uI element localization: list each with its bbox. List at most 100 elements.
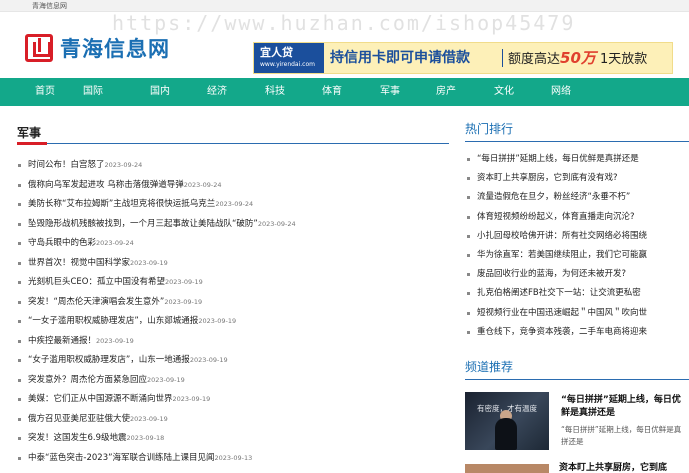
news-item[interactable]: 俄方召见亚美尼亚驻俄大使2023-09-19 [17, 412, 449, 432]
banner-brand-url: www.yirendai.com [260, 61, 315, 68]
hot-item[interactable]: 资本盯上共享厨房，它到底有没有戏? [465, 171, 689, 190]
recommend-thumbnail[interactable]: 有密度，才有温度 [465, 392, 549, 450]
news-title[interactable]: 世界首次！视觉中国科学家 [28, 258, 130, 268]
news-title[interactable]: 俄称向乌军发起进攻 乌称击落俄弹道导弹 [28, 180, 184, 190]
news-item[interactable]: 时间公布！白宫怒了2023-09-24 [17, 158, 449, 178]
news-date: 2023-09-19 [164, 297, 203, 306]
nav-item-1[interactable]: 国际 [63, 78, 123, 106]
hot-item[interactable]: “每日拼拼”延期上线，每日优鲜是真拼还是 [465, 152, 689, 171]
news-item[interactable]: 美媒：它们正从中国源源不断涌向世界2023-09-19 [17, 392, 449, 412]
ad-banner[interactable]: 宜人贷 www.yirendai.com 持信用卡即可申请借款 额度高达50万 … [253, 42, 673, 74]
recommend-headline[interactable]: “每日拼拼”延期上线，每日优鲜是真拼还是 [561, 394, 685, 420]
hot-ranking-list: “每日拼拼”延期上线，每日优鲜是真拼还是 资本盯上共享厨房，它到底有没有戏? 流量造… [465, 152, 689, 344]
news-item[interactable]: 坠毁隐形战机残骸被找到，一个月三起事故让美陆战队“破防”2023-09-24 [17, 217, 449, 237]
news-title[interactable]: 时间公布！白宫怒了 [28, 160, 105, 170]
hot-item[interactable]: 体育短视频纷纷起义，体育直播走向沉沦? [465, 210, 689, 229]
nav-item-4[interactable]: 科技 [245, 78, 305, 106]
news-title[interactable]: 突发意外？周杰伦方面紧急回应 [28, 375, 147, 385]
nav-item-8[interactable]: 文化 [474, 78, 534, 106]
hot-item[interactable]: 短视频行业在中国迅速崛起＂中国风＂吹向世 [465, 306, 689, 325]
hot-item[interactable]: 华为徐直军：若美国继续阻止，我们它可能赢 [465, 248, 689, 267]
news-item[interactable]: 中泰“蓝色突击-2023”海军联合训练陆上课目见闻2023-09-13 [17, 451, 449, 471]
nav-item-9[interactable]: 网络 [531, 78, 591, 106]
nav-item-7[interactable]: 房产 [416, 78, 476, 106]
channel-recommend-title-text: 频道推荐 [465, 360, 514, 374]
news-item[interactable]: 世界首次！视觉中国科学家2023-09-19 [17, 256, 449, 276]
watermark: https://www.huzhan.com/ishop45479 [112, 11, 576, 35]
speaker-figure-shape [495, 418, 517, 450]
news-date: 2023-09-24 [257, 219, 296, 228]
news-title[interactable]: 中泰“蓝色突击-2023”海军联合训练陆上课目见闻 [28, 453, 215, 463]
military-news-list: 时间公布！白宫怒了2023-09-24 俄称向乌军发起进攻 乌称击落俄弹道导弹20… [17, 158, 449, 470]
news-title[interactable]: “女子滥用职权威胁理发店”，山东一地通报 [28, 355, 190, 365]
banner-headline: 持信用卡即可申请借款 [330, 50, 470, 66]
hot-ranking-title-text: 热门排行 [465, 122, 514, 136]
recommend-next-thumbnail[interactable] [465, 464, 549, 473]
news-date: 2023-09-19 [189, 356, 228, 364]
news-date: 2023-09-13 [214, 453, 253, 462]
news-date: 2023-09-24 [96, 239, 134, 247]
news-title[interactable]: 坠毁隐形战机残骸被找到，一个月三起事故让美陆战队“破防” [28, 219, 258, 229]
banner-brand-name: 宜人贷 [260, 46, 293, 59]
hot-item[interactable]: 小扎回母校哈佛开讲：所有社交网络必将围绕 [465, 229, 689, 248]
recommend-card-next[interactable]: 资本盯上共享厨房，它到底 [465, 462, 689, 473]
site-logo[interactable]: 青海信息网 [25, 34, 185, 66]
news-title[interactable]: 美媒：它们正从中国源源不断涌向世界 [28, 394, 173, 404]
hot-item[interactable]: 废品回收行业的蓝海，为何还未被开发? [465, 267, 689, 286]
banner-amount: 50万 [560, 49, 596, 67]
military-title-text: 军事 [17, 126, 42, 140]
news-item[interactable]: 突发！这国发生6.9级地震2023-09-18 [17, 431, 449, 451]
news-item[interactable]: 俄称向乌军发起进攻 乌称击落俄弹道导弹2023-09-24 [17, 178, 449, 198]
news-date: 2023-09-19 [130, 414, 168, 423]
news-title[interactable]: 突发！这国发生6.9级地震 [28, 433, 127, 443]
news-date: 2023-09-24 [104, 161, 143, 169]
news-item[interactable]: 守岛兵眼中的色彩2023-09-24 [17, 236, 449, 256]
news-date: 2023-09-19 [172, 395, 211, 403]
nav-item-2[interactable]: 国内 [130, 78, 190, 106]
news-title[interactable]: 中疾控最新通报！ [28, 336, 96, 346]
nav-item-6[interactable]: 军事 [360, 78, 420, 106]
hot-ranking-title: 热门排行 [465, 118, 689, 142]
news-date: 2023-09-19 [198, 317, 237, 325]
banner-divider [502, 49, 503, 67]
hot-item[interactable]: 重仓线下，竞争资本残袭，二手车电商将迎来 [465, 325, 689, 344]
news-title[interactable]: 守岛兵眼中的色彩 [28, 238, 96, 248]
news-item[interactable]: 光刻机巨头CEO：孤立中国没有希望2023-09-19 [17, 275, 449, 295]
news-item[interactable]: 突发意外？周杰伦方面紧急回应2023-09-19 [17, 373, 449, 393]
hot-item[interactable]: 扎克伯格阐述FB社交下一站：让交流更私密 [465, 286, 689, 305]
channel-recommend-title: 频道推荐 [465, 356, 689, 380]
news-item[interactable]: “一女子滥用职权威胁理发店”，山东郯城通报2023-09-19 [17, 314, 449, 334]
news-item[interactable]: “女子滥用职权威胁理发店”，山东一地通报2023-09-19 [17, 353, 449, 373]
top-site-name[interactable]: 青海信息网 [32, 1, 67, 11]
military-section-title: 军事 [17, 124, 449, 145]
news-title[interactable]: 突发！“周杰伦天津演唱会发生意外” [28, 297, 164, 307]
news-title[interactable]: 俄方召见亚美尼亚驻俄大使 [28, 414, 130, 424]
news-title[interactable]: 光刻机巨头CEO：孤立中国没有希望 [28, 277, 165, 287]
news-item[interactable]: 突发！“周杰伦天津演唱会发生意外”2023-09-19 [17, 295, 449, 315]
logo-seal-icon [25, 34, 53, 62]
military-section: 军事 时间公布！白宫怒了2023-09-24 俄称向乌军发起进攻 乌称击落俄弹道导… [17, 124, 449, 463]
banner-amount-prefix: 额度高达 [508, 52, 561, 67]
hot-item[interactable]: 流量造假危在旦夕，粉丝经济“永垂不朽” [465, 190, 689, 209]
title-accent-bar [17, 142, 47, 145]
main-nav: 首页 国际 国内 经济 科技 体育 军事 房产 文化 网络 [0, 78, 689, 106]
nav-item-3[interactable]: 经济 [187, 78, 247, 106]
news-date: 2023-09-19 [96, 336, 134, 345]
news-item[interactable]: 中疾控最新通报！2023-09-19 [17, 334, 449, 354]
banner-brand: 宜人贷 www.yirendai.com [254, 43, 324, 73]
recommend-text: “每日拼拼”延期上线，每日优鲜是真拼还是 “每日拼拼”延期上线，每日优鲜是真拼还… [561, 394, 685, 448]
news-date: 2023-09-19 [165, 278, 203, 286]
recommend-card[interactable]: 有密度，才有温度 “每日拼拼”延期上线，每日优鲜是真拼还是 “每日拼拼”延期上线… [465, 392, 689, 452]
news-date: 2023-09-19 [147, 375, 185, 384]
nav-item-5[interactable]: 体育 [302, 78, 362, 106]
news-title[interactable]: 美防长称“艾布拉姆斯”主战坦克将很快运抵乌克兰 [28, 199, 215, 209]
recommend-summary: “每日拼拼”延期上线，每日优鲜是真拼还是 [561, 425, 682, 446]
banner-offer: 额度高达50万 1天放款 [508, 49, 647, 69]
news-date: 2023-09-19 [130, 258, 168, 267]
recommend-next-headline[interactable]: 资本盯上共享厨房，它到底 [559, 462, 667, 473]
news-item[interactable]: 美防长称“艾布拉姆斯”主战坦克将很快运抵乌克兰2023-09-24 [17, 197, 449, 217]
logo-text: 青海信息网 [60, 37, 170, 61]
news-date: 2023-09-24 [215, 200, 254, 208]
news-title[interactable]: “一女子滥用职权威胁理发店”，山东郯城通报 [28, 316, 198, 326]
news-date: 2023-09-18 [126, 434, 165, 442]
